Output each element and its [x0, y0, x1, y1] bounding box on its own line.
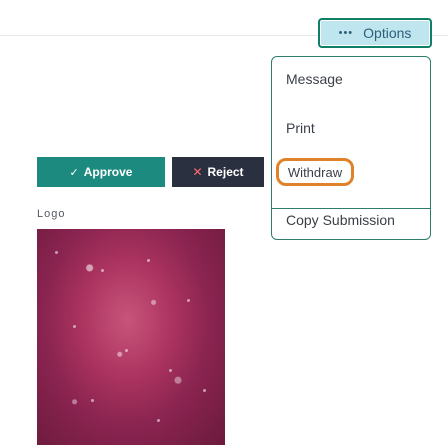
- menu-item-copy-submission[interactable]: Copy Submission: [272, 212, 430, 228]
- reject-button[interactable]: ✕ Reject: [172, 157, 264, 187]
- logo-image-speck: [169, 369, 172, 372]
- logo-image-speck: [73, 325, 76, 328]
- more-horizontal-icon: •••: [338, 26, 354, 39]
- menu-item-message[interactable]: Message: [272, 71, 430, 87]
- x-icon: ✕: [192, 165, 203, 179]
- approve-button[interactable]: ✓ Approve: [37, 157, 165, 187]
- check-icon: ✓: [69, 166, 79, 179]
- menu-divider: [272, 208, 430, 209]
- menu-item-print[interactable]: Print: [272, 120, 430, 136]
- logo-image-speck: [157, 419, 160, 422]
- options-button[interactable]: ••• Options: [318, 18, 432, 48]
- logo-image-speck: [187, 299, 190, 302]
- page: ••• Options ✓ Approve ✕ Reject Logo Mess…: [0, 0, 448, 445]
- logo-image-speck: [55, 251, 58, 254]
- logo-image: [37, 229, 225, 445]
- options-label: Options: [363, 25, 412, 41]
- logo-image-speck: [147, 259, 150, 262]
- approve-label: Approve: [83, 165, 133, 179]
- options-menu: Message Print Copy Submission: [271, 56, 431, 240]
- menu-item-withdraw[interactable]: Withdraw: [276, 158, 354, 186]
- logo-image-speck: [101, 269, 104, 272]
- reject-label: Reject: [207, 165, 244, 179]
- logo-label: Logo: [37, 208, 66, 220]
- logo-image-speck: [91, 399, 94, 402]
- logo-image-speck: [203, 389, 206, 392]
- logo-image-speck: [125, 349, 128, 352]
